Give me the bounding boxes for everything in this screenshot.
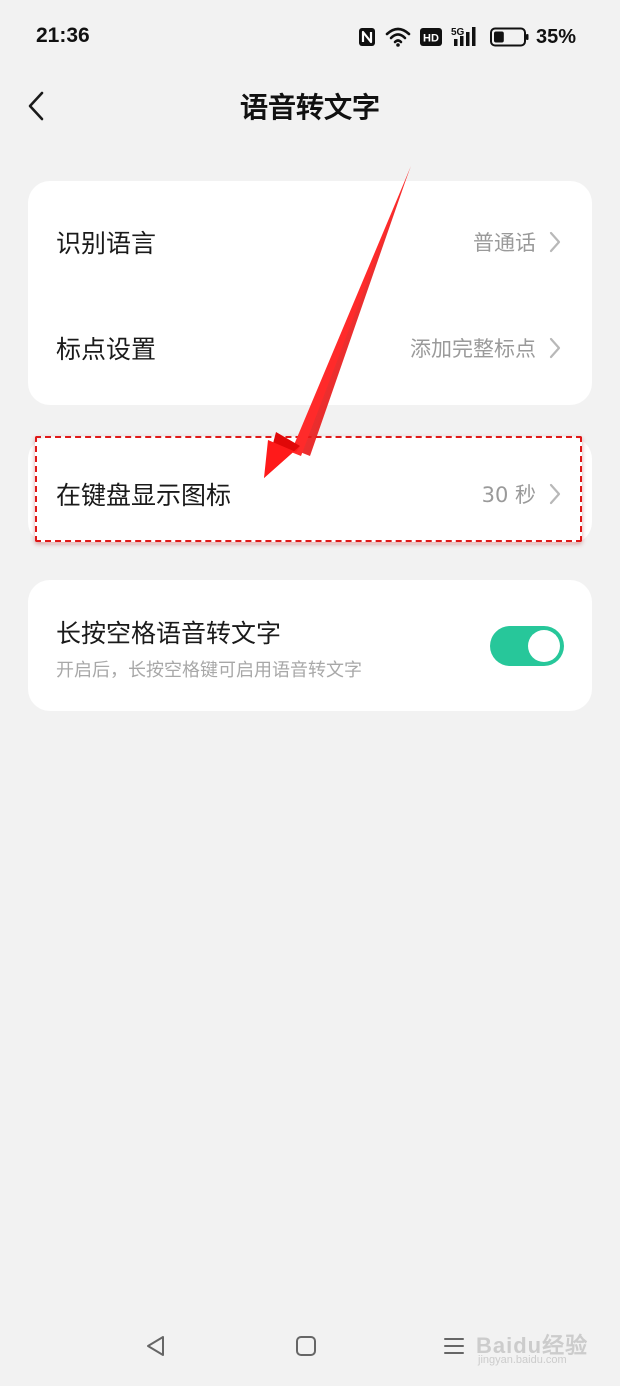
long-press-space-title: 长按空格语音转文字 bbox=[56, 619, 282, 648]
recognition-language-label: 识别语言 bbox=[56, 229, 157, 258]
battery-icon bbox=[489, 27, 530, 47]
status-bar: 21:36 HD 5G 35% bbox=[0, 0, 620, 76]
navigation-bar bbox=[0, 1306, 620, 1386]
toggle-knob bbox=[528, 630, 560, 662]
keyboard-icon-value: 30 秒 bbox=[481, 483, 536, 507]
nav-back-button[interactable] bbox=[138, 1328, 174, 1364]
recognition-language-row[interactable]: 识别语言 普通话 bbox=[28, 189, 592, 295]
chevron-right-icon bbox=[549, 483, 561, 505]
hd-icon: HD bbox=[419, 28, 442, 46]
5g-signal-icon: 5G bbox=[451, 26, 481, 48]
hd-label: HD bbox=[423, 33, 439, 45]
punctuation-label: 标点设置 bbox=[56, 335, 157, 364]
battery-percent: 35% bbox=[535, 25, 576, 48]
punctuation-row[interactable]: 标点设置 添加完整标点 bbox=[28, 295, 592, 401]
long-press-space-toggle[interactable] bbox=[490, 626, 564, 666]
nav-menu-button[interactable] bbox=[436, 1328, 472, 1364]
recognition-language-value: 普通话 bbox=[473, 231, 536, 255]
wifi-icon bbox=[385, 27, 411, 47]
page-header: 语音转文字 bbox=[0, 76, 620, 136]
keyboard-icon-row[interactable]: 在键盘显示图标 30 秒 bbox=[28, 441, 592, 547]
status-time: 21:36 bbox=[36, 24, 90, 47]
nav-home-button[interactable] bbox=[288, 1328, 324, 1364]
nav-back-icon bbox=[147, 1336, 164, 1356]
nav-home-icon bbox=[296, 1336, 316, 1356]
nfc-icon bbox=[358, 27, 376, 47]
punctuation-value: 添加完整标点 bbox=[410, 337, 536, 361]
nav-menu-icon bbox=[444, 1338, 464, 1354]
settings-card-long-press: 长按空格语音转文字 开启后，长按空格键可启用语音转文字 bbox=[28, 580, 592, 711]
settings-card-recognition: 识别语言 普通话 标点设置 添加完整标点 bbox=[28, 181, 592, 405]
settings-card-keyboard-icon: 在键盘显示图标 30 秒 bbox=[28, 437, 592, 544]
page-title: 语音转文字 bbox=[239, 91, 380, 124]
chevron-right-icon bbox=[549, 231, 561, 253]
keyboard-icon-label: 在键盘显示图标 bbox=[56, 481, 232, 510]
long-press-space-description: 开启后，长按空格键可启用语音转文字 bbox=[56, 660, 362, 681]
status-icons: HD 5G 35% bbox=[358, 22, 576, 52]
chevron-right-icon bbox=[549, 337, 561, 359]
